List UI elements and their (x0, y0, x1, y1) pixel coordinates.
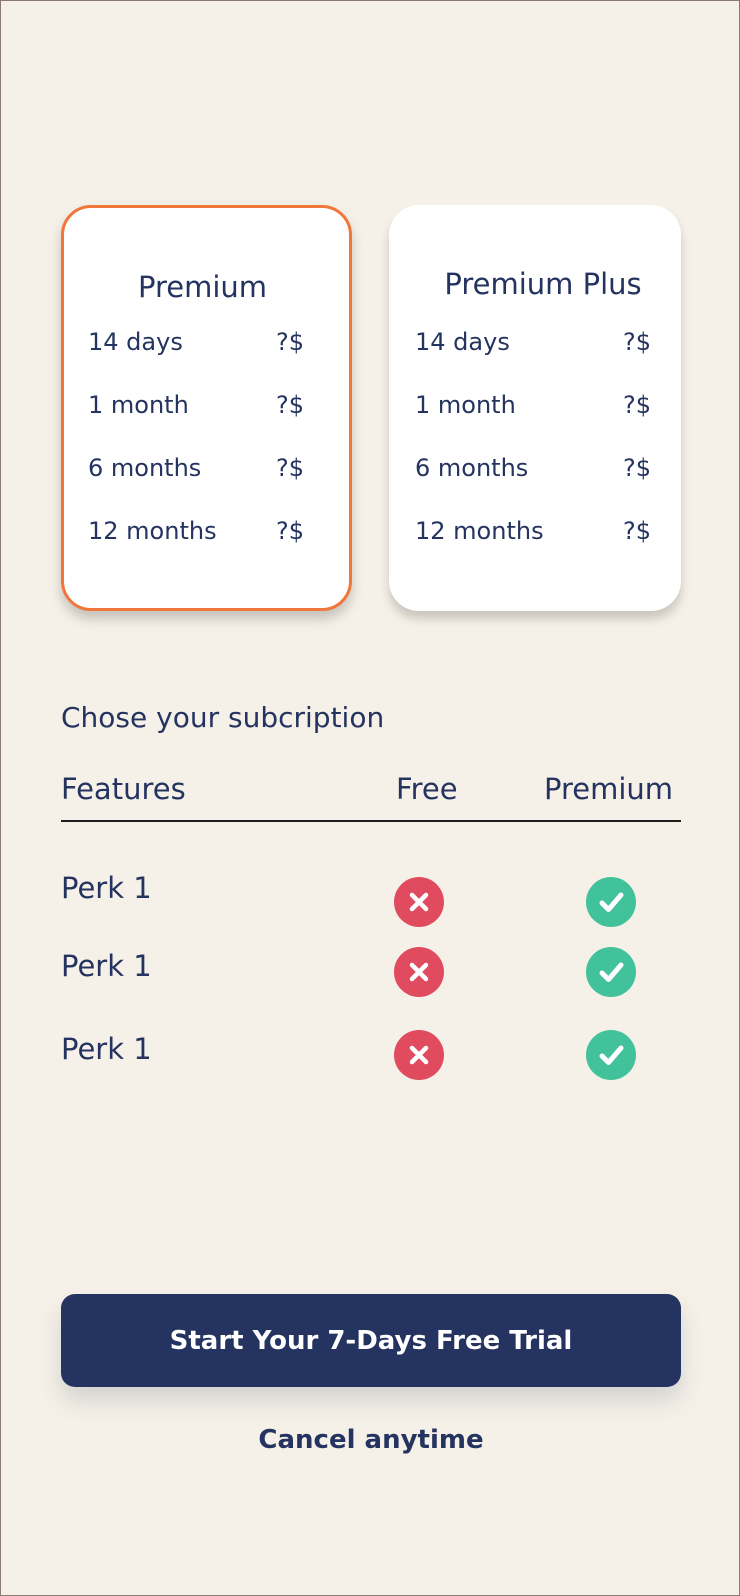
perk-row: Perk 1 (61, 1030, 681, 1090)
x-icon (394, 877, 444, 927)
check-icon (586, 877, 636, 927)
price-value: ?$ (276, 391, 305, 419)
price-value: ?$ (276, 328, 305, 356)
price-duration: 14 days (88, 328, 183, 356)
header-features: Features (61, 772, 186, 806)
perk-row: Perk 1 (61, 869, 681, 929)
price-row: 1 month ?$ (415, 388, 681, 422)
price-duration: 6 months (88, 454, 202, 482)
price-duration: 14 days (415, 328, 510, 356)
features-table-header: Features Free Premium (61, 772, 681, 822)
price-value: ?$ (623, 517, 652, 545)
plan-title: Premium Plus (444, 267, 642, 301)
perk-row: Perk 1 (61, 947, 681, 1007)
price-duration: 1 month (415, 391, 516, 419)
perk-label: Perk 1 (61, 871, 152, 905)
price-row: 6 months ?$ (415, 451, 681, 485)
subscription-screen: Premium 14 days ?$ 1 month ?$ 6 months ?… (0, 0, 740, 1596)
perk-label: Perk 1 (61, 1032, 152, 1066)
price-duration: 6 months (415, 454, 529, 482)
price-row: 14 days ?$ (415, 325, 681, 359)
price-value: ?$ (276, 454, 305, 482)
check-icon (586, 947, 636, 997)
price-value: ?$ (276, 517, 305, 545)
x-icon (394, 947, 444, 997)
price-row: 12 months ?$ (415, 514, 681, 548)
price-row: 12 months ?$ (88, 514, 349, 548)
price-row: 1 month ?$ (88, 388, 349, 422)
header-premium: Premium (544, 772, 674, 806)
price-value: ?$ (623, 454, 652, 482)
header-free: Free (396, 772, 458, 806)
price-duration: 12 months (415, 517, 544, 545)
plan-title: Premium (137, 270, 268, 304)
cancel-anytime-link[interactable]: Cancel anytime (1, 1425, 740, 1455)
price-duration: 12 months (88, 517, 217, 545)
x-icon (394, 1030, 444, 1080)
price-value: ?$ (623, 328, 652, 356)
start-free-trial-button[interactable]: Start Your 7-Days Free Trial (61, 1294, 681, 1387)
price-row: 14 days ?$ (88, 325, 349, 359)
plan-card-premium[interactable]: Premium 14 days ?$ 1 month ?$ 6 months ?… (61, 205, 352, 611)
price-row: 6 months ?$ (88, 451, 349, 485)
plan-card-premium-plus[interactable]: Premium Plus 14 days ?$ 1 month ?$ 6 mon… (389, 205, 681, 611)
price-value: ?$ (623, 391, 652, 419)
perk-label: Perk 1 (61, 949, 152, 983)
section-title: Chose your subcription (61, 701, 385, 734)
price-duration: 1 month (88, 391, 189, 419)
check-icon (586, 1030, 636, 1080)
